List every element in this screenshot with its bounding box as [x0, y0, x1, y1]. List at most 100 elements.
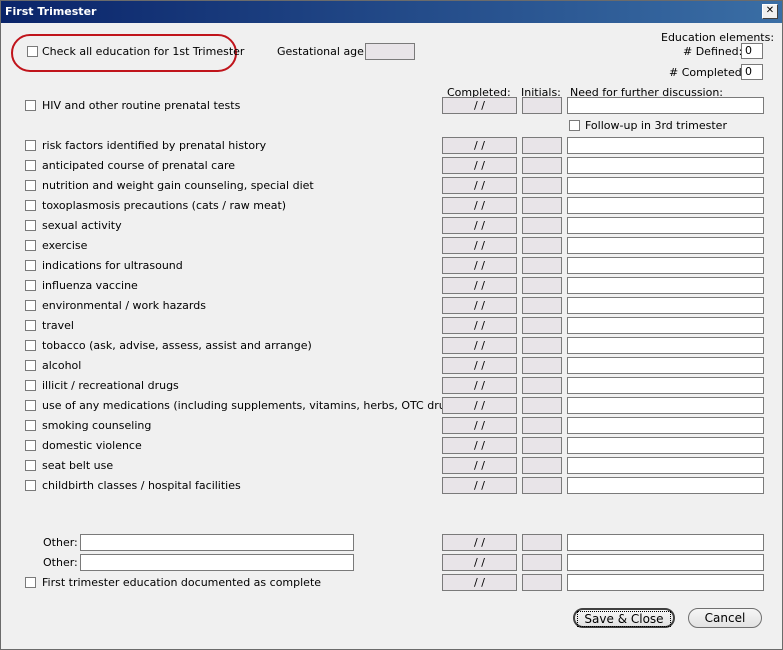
- row-label: exercise: [42, 239, 88, 252]
- other-completed-date-2[interactable]: / /: [442, 554, 517, 571]
- row-checkbox[interactable]: [25, 360, 36, 371]
- documented-complete-checkbox[interactable]: [25, 577, 36, 588]
- documented-initials[interactable]: [522, 574, 562, 591]
- row-initials[interactable]: [522, 437, 562, 454]
- row-completed-date[interactable]: / /: [442, 157, 517, 174]
- row-completed-date[interactable]: / /: [442, 257, 517, 274]
- row-discussion[interactable]: [567, 437, 764, 454]
- row-initials[interactable]: [522, 257, 562, 274]
- other-input-1[interactable]: [80, 534, 354, 551]
- gestational-age-label: Gestational age:: [277, 45, 368, 58]
- row-initials[interactable]: [522, 157, 562, 174]
- row-completed-date[interactable]: / /: [442, 137, 517, 154]
- row-completed-date[interactable]: / /: [442, 457, 517, 474]
- row-initials[interactable]: [522, 237, 562, 254]
- row-completed-date[interactable]: / /: [442, 197, 517, 214]
- row-label: travel: [42, 319, 74, 332]
- row-discussion[interactable]: [567, 237, 764, 254]
- save-close-button[interactable]: Save & Close: [573, 608, 675, 628]
- cancel-button[interactable]: Cancel: [688, 608, 762, 628]
- gestational-age-field[interactable]: [365, 43, 415, 60]
- row-discussion[interactable]: [567, 97, 764, 114]
- row-discussion[interactable]: [567, 217, 764, 234]
- row-checkbox[interactable]: [25, 460, 36, 471]
- row-discussion[interactable]: [567, 277, 764, 294]
- row-discussion[interactable]: [567, 297, 764, 314]
- row-initials[interactable]: [522, 317, 562, 334]
- row-discussion[interactable]: [567, 477, 764, 494]
- row-discussion[interactable]: [567, 317, 764, 334]
- row-initials[interactable]: [522, 337, 562, 354]
- row-discussion[interactable]: [567, 337, 764, 354]
- row-checkbox[interactable]: [25, 140, 36, 151]
- documented-discussion[interactable]: [567, 574, 764, 591]
- row-initials[interactable]: [522, 217, 562, 234]
- row-checkbox[interactable]: [25, 200, 36, 211]
- row-checkbox[interactable]: [25, 440, 36, 451]
- row-initials[interactable]: [522, 197, 562, 214]
- row-discussion[interactable]: [567, 417, 764, 434]
- row-checkbox[interactable]: [25, 340, 36, 351]
- other-discussion-2[interactable]: [567, 554, 764, 571]
- completed-count: 0: [741, 64, 763, 80]
- row-initials[interactable]: [522, 397, 562, 414]
- row-checkbox[interactable]: [25, 260, 36, 271]
- row-completed-date[interactable]: / /: [442, 297, 517, 314]
- followup-3rd-trimester-checkbox[interactable]: [569, 120, 580, 131]
- row-completed-date[interactable]: / /: [442, 277, 517, 294]
- row-checkbox[interactable]: [25, 300, 36, 311]
- row-checkbox[interactable]: [25, 400, 36, 411]
- row-initials[interactable]: [522, 297, 562, 314]
- row-discussion[interactable]: [567, 457, 764, 474]
- row-discussion[interactable]: [567, 137, 764, 154]
- row-completed-date[interactable]: / /: [442, 217, 517, 234]
- other-discussion-1[interactable]: [567, 534, 764, 551]
- other-completed-date-1[interactable]: / /: [442, 534, 517, 551]
- row-initials[interactable]: [522, 97, 562, 114]
- row-checkbox[interactable]: [25, 100, 36, 111]
- other-initials-1[interactable]: [522, 534, 562, 551]
- row-initials[interactable]: [522, 277, 562, 294]
- row-checkbox[interactable]: [25, 160, 36, 171]
- row-completed-date[interactable]: / /: [442, 357, 517, 374]
- row-completed-date[interactable]: / /: [442, 437, 517, 454]
- row-initials[interactable]: [522, 457, 562, 474]
- row-checkbox[interactable]: [25, 220, 36, 231]
- row-completed-date[interactable]: / /: [442, 477, 517, 494]
- row-completed-date[interactable]: / /: [442, 397, 517, 414]
- row-discussion[interactable]: [567, 357, 764, 374]
- row-checkbox[interactable]: [25, 480, 36, 491]
- row-checkbox[interactable]: [25, 420, 36, 431]
- row-checkbox[interactable]: [25, 240, 36, 251]
- row-completed-date[interactable]: / /: [442, 317, 517, 334]
- row-discussion[interactable]: [567, 397, 764, 414]
- close-icon[interactable]: ✕: [762, 4, 778, 19]
- row-discussion[interactable]: [567, 157, 764, 174]
- row-initials[interactable]: [522, 177, 562, 194]
- row-discussion[interactable]: [567, 197, 764, 214]
- row-completed-date[interactable]: / /: [442, 417, 517, 434]
- other-input-2[interactable]: [80, 554, 354, 571]
- row-initials[interactable]: [522, 377, 562, 394]
- documented-completed-date[interactable]: / /: [442, 574, 517, 591]
- row-initials[interactable]: [522, 357, 562, 374]
- title-bar: First Trimester ✕: [1, 1, 782, 23]
- row-initials[interactable]: [522, 417, 562, 434]
- row-completed-date[interactable]: / /: [442, 377, 517, 394]
- row-completed-date[interactable]: / /: [442, 177, 517, 194]
- row-discussion[interactable]: [567, 257, 764, 274]
- check-all-checkbox[interactable]: [27, 46, 38, 57]
- row-completed-date[interactable]: / /: [442, 337, 517, 354]
- row-initials[interactable]: [522, 477, 562, 494]
- row-discussion[interactable]: [567, 377, 764, 394]
- row-discussion[interactable]: [567, 177, 764, 194]
- row-initials[interactable]: [522, 137, 562, 154]
- row-checkbox[interactable]: [25, 380, 36, 391]
- row-label: seat belt use: [42, 459, 114, 472]
- row-completed-date[interactable]: / /: [442, 237, 517, 254]
- row-checkbox[interactable]: [25, 280, 36, 291]
- row-checkbox[interactable]: [25, 180, 36, 191]
- row-checkbox[interactable]: [25, 320, 36, 331]
- row-completed-date[interactable]: / /: [442, 97, 517, 114]
- other-initials-2[interactable]: [522, 554, 562, 571]
